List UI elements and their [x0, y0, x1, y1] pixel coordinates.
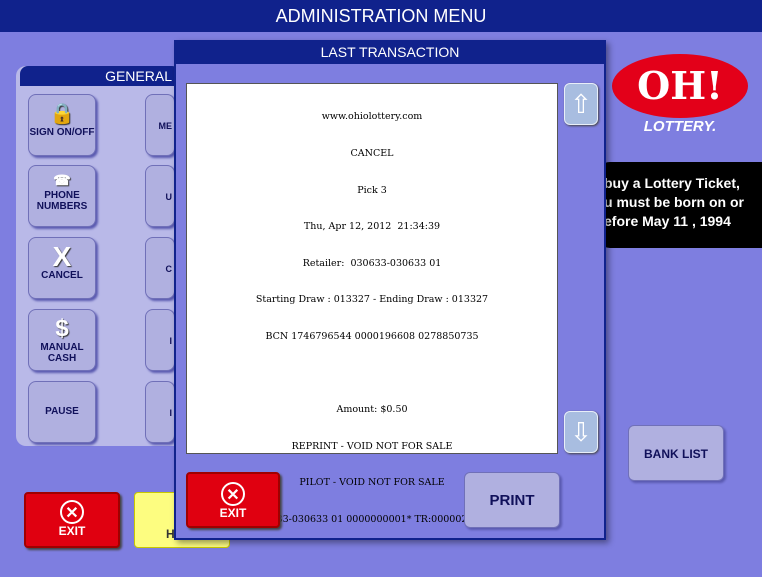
cancel-button[interactable]: X CANCEL: [28, 237, 96, 299]
partial-button-1[interactable]: ME: [145, 94, 175, 156]
receipt-line: Starting Draw : 013327 - Ending Draw : 0…: [255, 294, 489, 306]
receipt-line: Amount: $0.50: [336, 404, 408, 416]
receipt-line: REPRINT - VOID NOT FOR SALE: [291, 440, 453, 452]
arrow-up-icon: ⇧: [570, 89, 592, 119]
age-message-line: efore May 11 , 1994: [604, 213, 731, 229]
age-message-line: u must be born on or: [604, 194, 744, 210]
x-icon: X: [52, 241, 72, 272]
partial-button-4[interactable]: I: [145, 309, 175, 371]
exit-label: EXIT: [58, 524, 86, 538]
sign-on-off-button[interactable]: 🔒 SIGN ON/OFF: [28, 94, 96, 156]
close-circle-icon: ✕: [221, 482, 245, 506]
receipt-blank-line: [187, 368, 557, 380]
scroll-down-button[interactable]: ⇩: [564, 411, 598, 453]
receipt-line: Thu, Apr 12, 2012 21:34:39: [303, 221, 441, 233]
partial-button-5[interactable]: I: [145, 381, 175, 443]
partial-button-3[interactable]: C: [145, 237, 175, 299]
phone-numbers-label: PHONE NUMBERS: [36, 190, 88, 212]
receipt-line: BCN 1746796544 0000196608 0278850735: [265, 331, 479, 343]
pause-button[interactable]: PAUSE: [28, 381, 96, 443]
dollar-icon: $: [55, 315, 69, 342]
dialog-exit-button[interactable]: ✕ EXIT: [186, 472, 280, 528]
close-circle-icon: ✕: [60, 500, 84, 524]
general-tab[interactable]: GENERAL: [20, 66, 180, 86]
page-title: ADMINISTRATION MENU: [0, 0, 762, 32]
lock-icon: 🔒: [49, 103, 75, 125]
bank-list-button[interactable]: BANK LIST: [628, 425, 724, 481]
print-button[interactable]: PRINT: [464, 472, 560, 528]
receipt-line: Pick 3: [357, 184, 387, 196]
sign-on-off-label: SIGN ON/OFF: [29, 127, 95, 138]
ohio-lottery-logo: OH!: [612, 54, 748, 118]
dialog-exit-label: EXIT: [219, 506, 247, 520]
phone-numbers-button[interactable]: ☎ PHONE NUMBERS: [28, 165, 96, 227]
manual-cash-label: MANUAL CASH: [40, 342, 84, 364]
partial-button-2[interactable]: U: [145, 165, 175, 227]
dialog-title: LAST TRANSACTION: [174, 40, 606, 64]
manual-cash-button[interactable]: $ MANUAL CASH: [28, 309, 96, 371]
arrow-down-icon: ⇩: [570, 417, 592, 447]
cancel-label: CANCEL: [41, 270, 83, 281]
age-message-line: buy a Lottery Ticket,: [604, 175, 740, 191]
pause-label: PAUSE: [45, 406, 79, 417]
receipt-line: Retailer: 030633-030633 01: [302, 257, 442, 269]
exit-button[interactable]: ✕ EXIT: [24, 492, 120, 548]
age-message: buy a Lottery Ticket, u must be born on …: [596, 162, 762, 248]
receipt-line: CANCEL: [350, 148, 394, 160]
scroll-up-button[interactable]: ⇧: [564, 83, 598, 125]
phone-icon: ☎: [53, 172, 71, 188]
receipt-text: www.ohiolottery.com CANCEL Pick 3 Thu, A…: [186, 83, 558, 525]
receipt-line: www.ohiolottery.com: [321, 111, 423, 123]
lottery-wordmark: LOTTERY.: [643, 118, 717, 135]
